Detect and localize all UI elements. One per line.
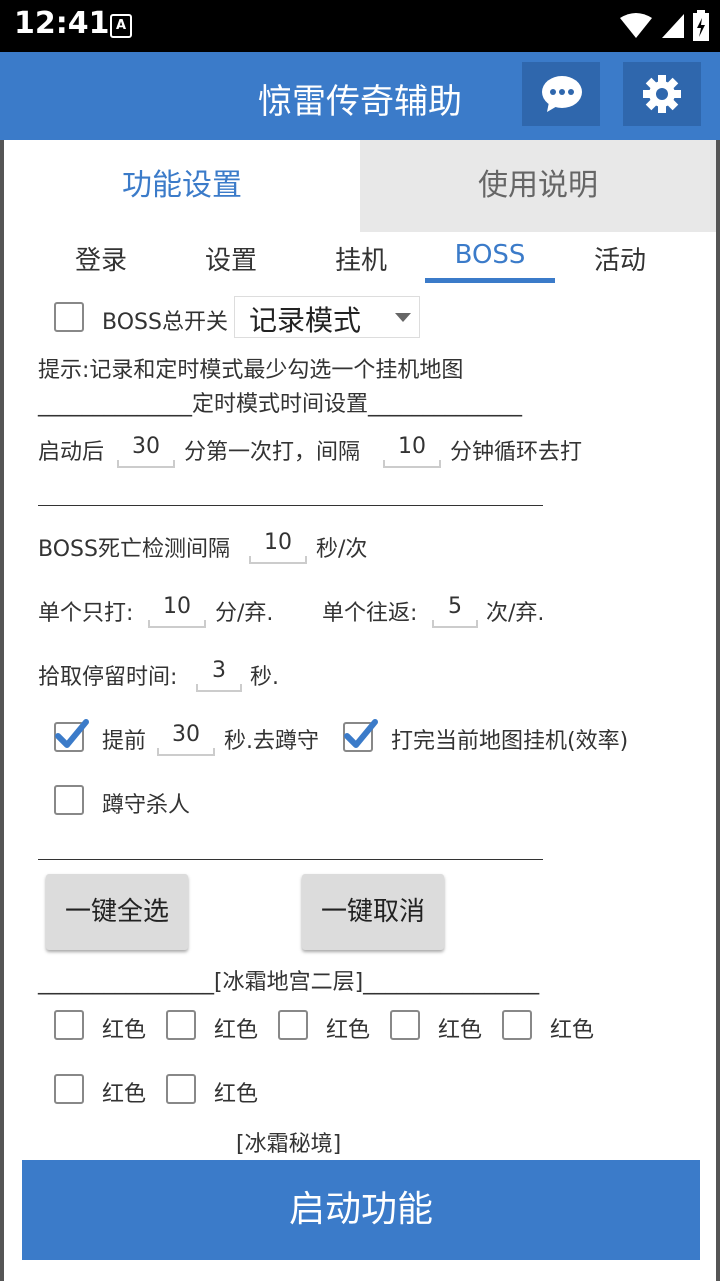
map1-item-label: 红色 <box>214 1082 259 1107</box>
map1-item-label: 红色 <box>214 1018 259 1043</box>
subtab-events[interactable]: 活动 <box>555 240 685 280</box>
advance-seconds-input[interactable]: 30 <box>157 718 215 756</box>
accessibility-icon: A <box>110 14 132 38</box>
single-hit-label: 单个只打: <box>38 601 134 626</box>
wifi-icon <box>620 13 652 38</box>
map1-item-checkbox[interactable] <box>54 1074 84 1104</box>
boss-master-checkbox[interactable] <box>54 302 84 332</box>
start-prefix-label: 启动后 <box>38 440 105 465</box>
checkmark-icon <box>55 719 89 748</box>
settings-button[interactable] <box>623 62 701 126</box>
map1-item-label: 红色 <box>102 1082 147 1107</box>
gear-icon <box>643 75 681 113</box>
subtab-indicator <box>425 278 555 283</box>
frame-border-left <box>0 140 4 1281</box>
advance-label: 提前 <box>102 729 147 754</box>
chat-icon <box>542 76 582 112</box>
mode-select-value: 记录模式 <box>249 304 362 337</box>
advance-checkbox[interactable] <box>54 719 89 752</box>
round-trip-label: 单个往返: <box>322 601 418 626</box>
death-check-unit: 秒/次 <box>316 537 368 562</box>
map1-item-checkbox[interactable] <box>390 1010 420 1040</box>
checkmark-icon <box>344 719 378 748</box>
select-all-button[interactable]: 一键全选 <box>46 874 188 950</box>
app-title: 惊雷传奇辅助 <box>258 82 462 122</box>
single-hit-unit: 分/弃. <box>215 601 274 626</box>
map2-heading: [冰霜秘境] <box>236 1132 342 1157</box>
hint-text: 提示:记录和定时模式最少勾选一个挂机地图 <box>38 358 464 383</box>
tab-feature-settings[interactable]: 功能设置 <box>4 140 360 232</box>
interval-minutes-input[interactable]: 10 <box>383 430 441 468</box>
first-attack-suffix: 分第一次打，间隔 <box>184 440 361 465</box>
finish-map-checkbox[interactable] <box>343 719 378 752</box>
pickup-unit: 秒. <box>250 665 279 690</box>
divider <box>38 504 543 506</box>
signal-icon <box>662 14 684 38</box>
round-trip-unit: 次/弃. <box>486 601 545 626</box>
pickup-input[interactable]: 3 <box>196 654 242 692</box>
subtab-settings[interactable]: 设置 <box>166 240 296 280</box>
map1-heading: ________________[冰霜地宫二层]________________ <box>38 970 540 995</box>
map1-item-label: 红色 <box>550 1018 595 1043</box>
frame-border-right <box>716 140 720 1281</box>
pickup-label: 拾取停留时间: <box>38 665 178 690</box>
death-check-label: BOSS死亡检测间隔 <box>38 537 230 562</box>
death-check-input[interactable]: 10 <box>249 526 307 564</box>
camp-kill-label: 蹲守杀人 <box>102 793 191 818</box>
finish-map-label: 打完当前地图挂机(效率) <box>391 729 629 754</box>
advance-unit: 秒.去蹲守 <box>224 729 319 754</box>
map1-item-checkbox[interactable] <box>166 1074 196 1104</box>
chat-button[interactable] <box>522 62 600 126</box>
interval-suffix: 分钟循环去打 <box>450 440 583 465</box>
single-hit-input[interactable]: 10 <box>148 590 206 628</box>
mode-select[interactable]: 记录模式 <box>234 296 420 338</box>
timer-heading: ______________定时模式时间设置______________ <box>38 392 523 417</box>
subtab-boss[interactable]: BOSS <box>425 240 555 280</box>
map1-item-checkbox[interactable] <box>502 1010 532 1040</box>
round-trip-input[interactable]: 5 <box>432 590 478 628</box>
app-bar: 惊雷传奇辅助 <box>0 52 720 140</box>
tab-instructions[interactable]: 使用说明 <box>360 140 716 232</box>
status-time: 12:41 <box>14 6 110 41</box>
subtab-login[interactable]: 登录 <box>36 240 166 280</box>
first-attack-minutes-input[interactable]: 30 <box>117 430 175 468</box>
status-bar: 12:41 A <box>0 0 720 52</box>
map1-item-checkbox[interactable] <box>54 1010 84 1040</box>
map1-item-checkbox[interactable] <box>166 1010 196 1040</box>
boss-master-label: BOSS总开关 <box>102 310 228 335</box>
chevron-down-icon <box>395 313 411 322</box>
map1-item-label: 红色 <box>102 1018 147 1043</box>
cancel-all-button[interactable]: 一键取消 <box>302 874 444 950</box>
battery-icon <box>693 10 709 41</box>
map1-item-label: 红色 <box>326 1018 371 1043</box>
subtab-idle[interactable]: 挂机 <box>296 240 426 280</box>
start-function-button[interactable]: 启动功能 <box>22 1160 700 1260</box>
map1-item-label: 红色 <box>438 1018 483 1043</box>
divider <box>38 858 543 860</box>
map1-item-checkbox[interactable] <box>278 1010 308 1040</box>
camp-kill-checkbox[interactable] <box>54 785 84 815</box>
